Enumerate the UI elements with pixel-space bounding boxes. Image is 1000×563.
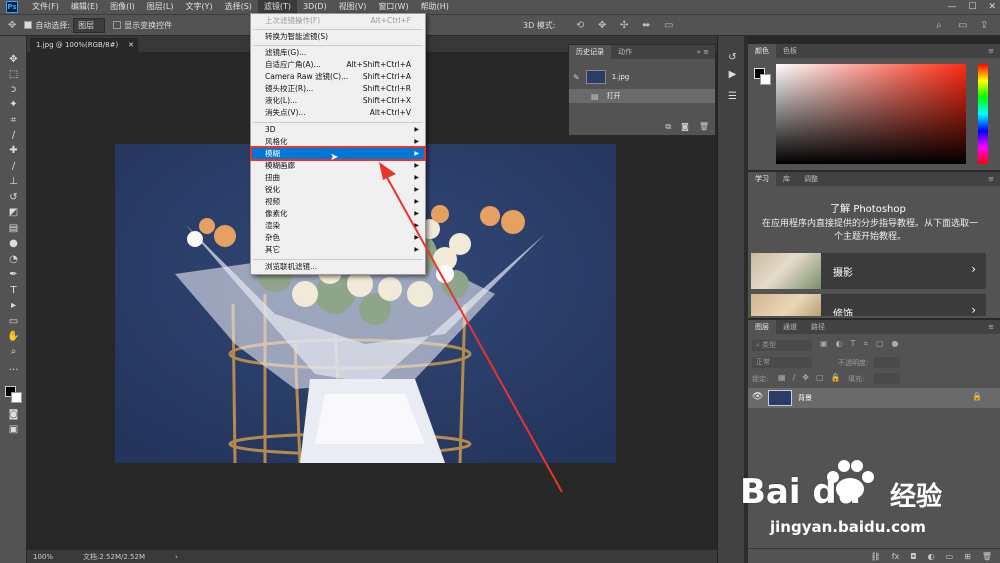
baidu-watermark-cn: 经验 <box>890 482 943 512</box>
baidu-paw-logo <box>827 460 874 500</box>
baidu-watermark-url: jingyan.baidu.com <box>770 518 926 536</box>
